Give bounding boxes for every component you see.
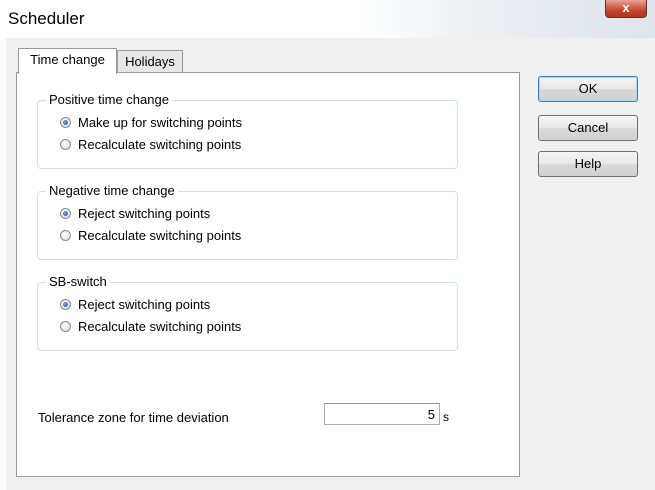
tolerance-label: Tolerance zone for time deviation [38, 410, 229, 425]
cancel-button[interactable]: Cancel [538, 115, 638, 141]
tolerance-unit: s [443, 410, 449, 424]
time-change-panel: Positive time change Make up for switchi… [16, 72, 520, 477]
radio-unchecked-icon[interactable] [60, 320, 71, 332]
radio-label: Reject switching points [78, 296, 211, 312]
radio-unchecked-icon[interactable] [60, 138, 71, 150]
radio-reject-switching-points[interactable]: Reject switching points [60, 204, 210, 222]
group-negative-time-change: Negative time change Reject switching po… [37, 183, 458, 260]
tab-label: Time change [30, 52, 105, 67]
radio-recalculate-switching-points[interactable]: Recalculate switching points [60, 226, 241, 244]
help-button[interactable]: Help [538, 151, 638, 177]
group-legend: Positive time change [46, 92, 172, 107]
radio-unchecked-icon[interactable] [60, 229, 71, 241]
tab-label: Holidays [125, 54, 175, 69]
group-legend: Negative time change [46, 183, 178, 198]
radio-checked-icon[interactable] [60, 116, 71, 128]
window-left-edge [0, 38, 6, 490]
group-sb-switch: SB-switch Reject switching points Recalc… [37, 274, 458, 351]
radio-checked-icon[interactable] [60, 298, 71, 310]
radio-checked-icon[interactable] [60, 207, 71, 219]
tab-holidays[interactable]: Holidays [117, 50, 183, 73]
radio-label: Reject switching points [78, 205, 211, 221]
radio-make-up-switching-points[interactable]: Make up for switching points [60, 113, 242, 131]
close-icon: x [622, 0, 630, 15]
ok-button[interactable]: OK [538, 76, 638, 102]
title-bar[interactable]: Scheduler x [0, 0, 655, 38]
radio-label: Recalculate switching points [78, 227, 242, 243]
group-positive-time-change: Positive time change Make up for switchi… [37, 92, 458, 169]
window-title: Scheduler [8, 9, 85, 28]
radio-label: Recalculate switching points [78, 318, 242, 334]
group-legend: SB-switch [46, 274, 110, 289]
close-button[interactable]: x [605, 0, 647, 18]
radio-recalculate-switching-points[interactable]: Recalculate switching points [60, 135, 241, 153]
radio-reject-switching-points[interactable]: Reject switching points [60, 295, 210, 313]
scheduler-dialog: Time change Holidays Positive time chang… [0, 38, 655, 490]
radio-recalculate-switching-points[interactable]: Recalculate switching points [60, 317, 241, 335]
tab-time-change[interactable]: Time change [18, 48, 117, 74]
radio-label: Make up for switching points [78, 114, 243, 130]
tolerance-input[interactable] [324, 403, 440, 425]
radio-label: Recalculate switching points [78, 136, 242, 152]
